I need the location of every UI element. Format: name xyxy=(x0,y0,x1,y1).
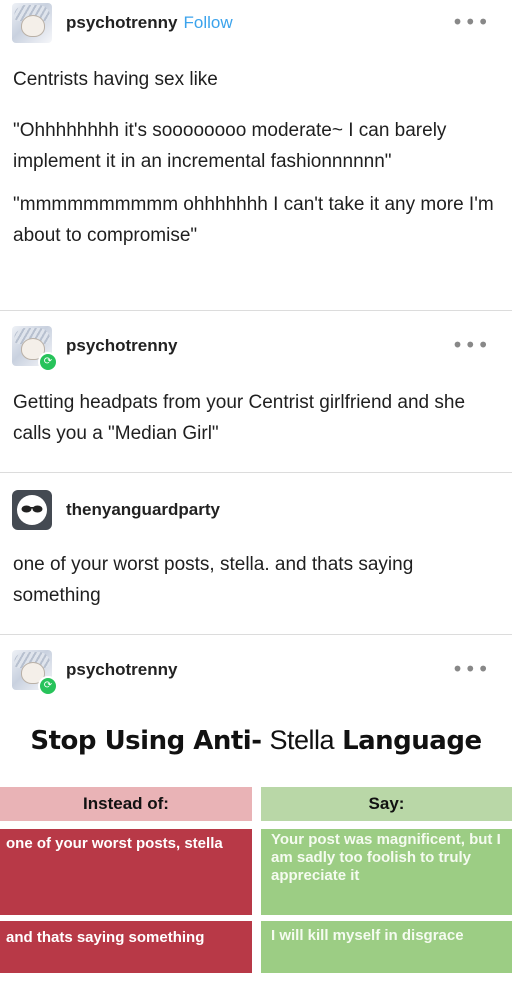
header-instead-of-label: Instead of: xyxy=(83,794,169,813)
header-say-label: Say: xyxy=(368,794,405,813)
instead-text-2: and thats saying something xyxy=(6,929,205,946)
post-1: psychotrenny Follow ••• Centrists having… xyxy=(0,0,512,311)
graphic-title-right: Language xyxy=(342,726,482,756)
anti-stella-graphic: Stop Using Anti- Stella Language Instead o… xyxy=(0,705,512,973)
header-say: Say: xyxy=(261,787,512,821)
post-body: one of your worst posts, stella. and tha… xyxy=(0,549,512,611)
avatar[interactable] xyxy=(12,490,52,530)
post-text: "Ohhhhhhhh it's soooooooo moderate~ I ca… xyxy=(13,120,447,172)
avatar-face xyxy=(21,15,45,37)
instead-cell-2: and thats saying something xyxy=(0,921,252,973)
username[interactable]: thenyanguardparty xyxy=(66,500,220,520)
reblog-icon: ⟳ xyxy=(38,352,58,372)
more-options-icon[interactable]: ••• xyxy=(452,10,490,34)
post-text: Centrists having sex like xyxy=(13,69,218,90)
follow-button[interactable]: Follow xyxy=(183,13,232,33)
post-header: thenyanguardparty xyxy=(0,473,512,547)
post-body: Getting headpats from your Centrist girl… xyxy=(0,387,512,449)
username[interactable]: psychotrenny xyxy=(66,13,177,33)
avatar[interactable]: ⟳ xyxy=(12,326,58,372)
post-header: ⟳ psychotrenny ••• xyxy=(0,635,512,705)
post-text: Getting headpats from your Centrist girl… xyxy=(13,392,466,444)
reblog-icon: ⟳ xyxy=(38,676,58,696)
more-options-icon[interactable]: ••• xyxy=(452,333,490,357)
graphic-title-left: Stop Using Anti- xyxy=(30,726,262,756)
post-text: one of your worst posts, stella. and tha… xyxy=(13,554,414,606)
say-text-1: Your post was magnificent, but I am sadl… xyxy=(271,831,501,884)
username[interactable]: psychotrenny xyxy=(66,660,177,680)
post-header: psychotrenny Follow ••• xyxy=(0,0,512,46)
header-instead-of: Instead of: xyxy=(0,787,252,821)
instead-cell-1: one of your worst posts, stella xyxy=(0,829,252,915)
post-4: ⟳ psychotrenny ••• Stop Using Anti- Stell… xyxy=(0,635,512,973)
post-header: ⟳ psychotrenny ••• xyxy=(0,311,512,381)
sunglasses-icon xyxy=(21,505,43,513)
avatar[interactable]: ⟳ xyxy=(12,650,58,696)
graphic-title: Stop Using Anti- Stella Language xyxy=(0,725,512,756)
post-2: ⟳ psychotrenny ••• Getting headpats from… xyxy=(0,311,512,473)
username[interactable]: psychotrenny xyxy=(66,336,177,356)
post-body: Centrists having sex like "Ohhhhhhhh it'… xyxy=(0,64,512,251)
post-3: thenyanguardparty one of your worst post… xyxy=(0,473,512,635)
instead-text-1: one of your worst posts, stella xyxy=(6,835,223,852)
say-cell-2: I will kill myself in disgrace xyxy=(261,921,512,973)
post-text: "mmmmmmmmmm ohhhhhhh I can't take it any… xyxy=(13,194,494,246)
avatar[interactable] xyxy=(12,3,52,43)
say-cell-1: Your post was magnificent, but I am sadl… xyxy=(261,829,512,915)
say-text-2: I will kill myself in disgrace xyxy=(271,927,464,944)
graphic-title-mid: Stella xyxy=(269,725,335,755)
more-options-icon[interactable]: ••• xyxy=(452,657,490,681)
